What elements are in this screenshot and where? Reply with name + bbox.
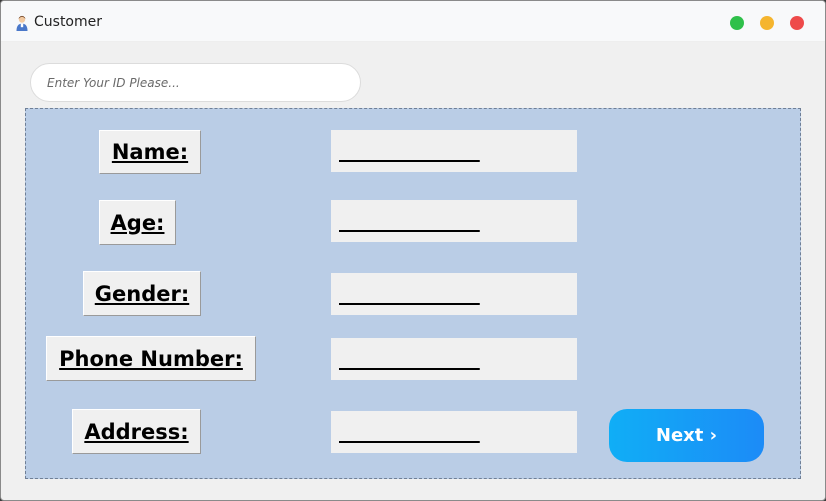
gender-value: ____________ [331,273,577,315]
address-value: ____________ [331,411,577,453]
customer-person-icon [16,15,28,31]
name-value: ____________ [331,130,577,172]
minimize-button[interactable] [760,16,774,30]
age-label: Age: [99,200,176,245]
customer-window: Customer Name: ____________ Age: _______… [0,0,826,501]
age-value: ____________ [331,200,577,242]
close-button[interactable] [790,16,804,30]
title-bar: Customer [1,1,825,42]
customer-id-input[interactable] [30,63,361,102]
gender-label: Gender: [83,271,201,316]
name-label: Name: [99,130,201,174]
next-button[interactable]: Next › [609,409,764,462]
customer-details-panel: Name: ____________ Age: ____________ Gen… [25,108,801,479]
address-label: Address: [72,409,201,454]
maximize-button[interactable] [730,16,744,30]
phone-number-label: Phone Number: [46,336,256,381]
window-title: Customer [34,14,103,30]
phone-number-value: ____________ [331,338,577,380]
